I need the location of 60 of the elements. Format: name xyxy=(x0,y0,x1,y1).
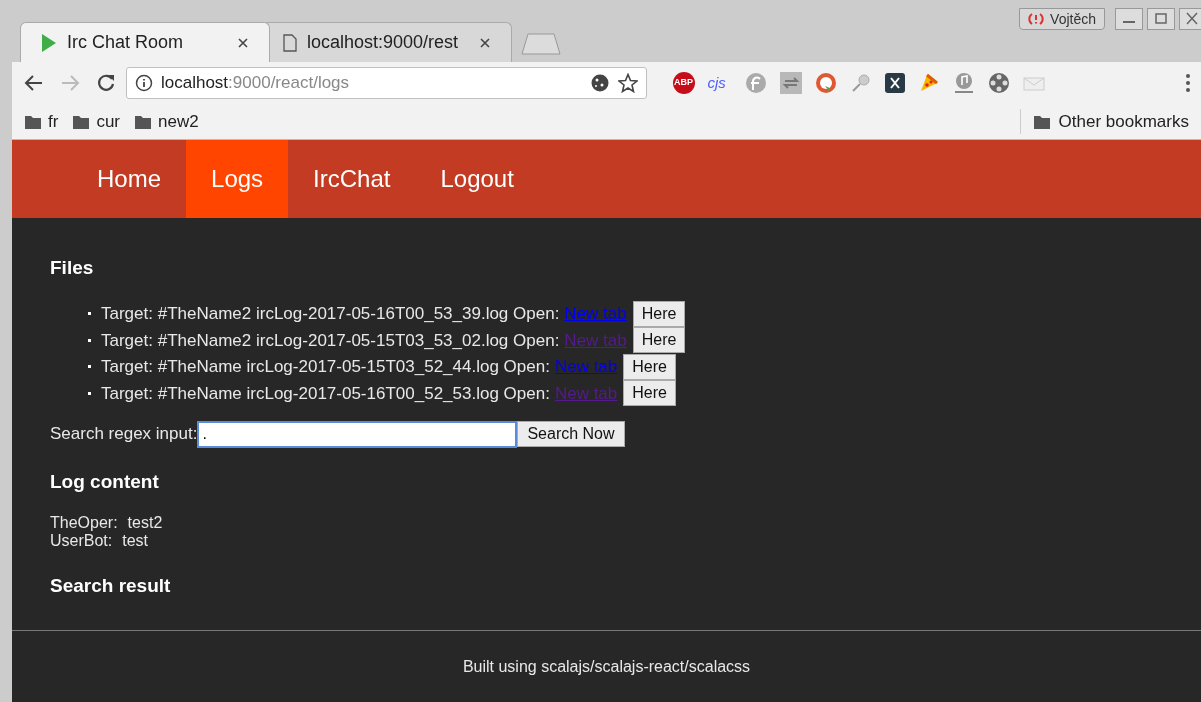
bullet-icon xyxy=(88,338,91,342)
close-window-icon[interactable] xyxy=(1179,8,1201,30)
file-entry-text: Target: #TheName ircLog-2017-05-15T03_52_44.log Open: xyxy=(101,356,550,378)
close-icon[interactable] xyxy=(237,36,249,49)
bookmark-item[interactable]: new2 xyxy=(134,108,199,135)
bullet-icon xyxy=(88,365,91,369)
bullet-icon xyxy=(88,312,91,316)
adblock-extension-icon[interactable]: ABP xyxy=(672,72,695,94)
repeat-icon[interactable] xyxy=(779,72,802,94)
search-field[interactable]: . xyxy=(197,420,518,448)
back-icon[interactable] xyxy=(24,74,44,92)
browser-tab[interactable]: Irc Chat Room xyxy=(20,22,270,62)
here-button[interactable]: Here xyxy=(632,327,686,354)
bullet-icon xyxy=(88,391,91,395)
here-button[interactable]: Here xyxy=(623,353,676,380)
extension-button[interactable]: cjs xyxy=(707,71,732,95)
search-label: Search regex input: xyxy=(50,423,198,446)
profile-button[interactable]: Vojtěch xyxy=(1019,8,1105,30)
log-message: test2 xyxy=(127,514,163,532)
here-button[interactable]: Here xyxy=(623,380,676,407)
nav-link[interactable]: IrcChat xyxy=(288,140,416,218)
x-icon[interactable] xyxy=(884,73,905,93)
nav-link[interactable]: Home xyxy=(72,140,187,218)
here-button[interactable]: Here xyxy=(632,300,686,327)
file-entry-text: Target: #TheName2 ircLog-2017-05-15T03_53_02.log Open: xyxy=(101,329,560,352)
search-button[interactable]: Search Now xyxy=(517,421,625,447)
folder-icon xyxy=(134,113,152,130)
log-user: UserBot: xyxy=(50,532,113,550)
cookie-icon[interactable] xyxy=(589,73,610,93)
menu-icon[interactable] xyxy=(1185,73,1191,93)
info-icon xyxy=(135,74,153,92)
log-user: TheOper: xyxy=(50,514,118,532)
bookmark-item[interactable]: fr xyxy=(24,108,59,135)
section-heading: Search result xyxy=(50,574,172,598)
folder-icon xyxy=(24,113,42,130)
address-bar[interactable]: localhost:9000/react/logs xyxy=(126,67,647,99)
folder-icon xyxy=(1032,113,1051,130)
tab-title: Irc Chat Room xyxy=(67,31,185,54)
folder-icon xyxy=(72,113,91,130)
page-icon xyxy=(283,33,297,52)
sync-error-icon xyxy=(1028,12,1045,26)
bookmark-item[interactable]: cur xyxy=(72,108,120,135)
play-icon xyxy=(41,32,57,53)
star-icon[interactable] xyxy=(617,73,638,93)
close-icon[interactable] xyxy=(479,36,491,49)
file-entry-text: Target: #TheName ircLog-2017-05-16T00_52_53.log Open: xyxy=(101,382,550,405)
log-message: test xyxy=(122,532,149,550)
file-entry-text: Target: #TheName2 ircLog-2017-05-16T00_53_39.log Open: xyxy=(101,303,560,325)
film-reel-icon[interactable] xyxy=(987,72,1010,94)
url-text: localhost:9000/react/logs xyxy=(161,72,351,95)
maximize-icon[interactable] xyxy=(1147,8,1175,30)
minimize-icon[interactable] xyxy=(1115,8,1143,30)
reload-icon[interactable] xyxy=(96,73,116,93)
section-heading: Log content xyxy=(50,469,160,494)
nav-link[interactable]: Logout xyxy=(415,140,539,218)
footer-text: Built using scalajs/scalajs-react/scalacss xyxy=(462,656,751,677)
bookmark-item[interactable]: Other bookmarks xyxy=(1019,108,1189,135)
section-heading: Files xyxy=(50,256,95,280)
profile-name: Vojtěch xyxy=(1050,9,1096,29)
tab-title: localhost:9000/rest xyxy=(307,31,460,54)
